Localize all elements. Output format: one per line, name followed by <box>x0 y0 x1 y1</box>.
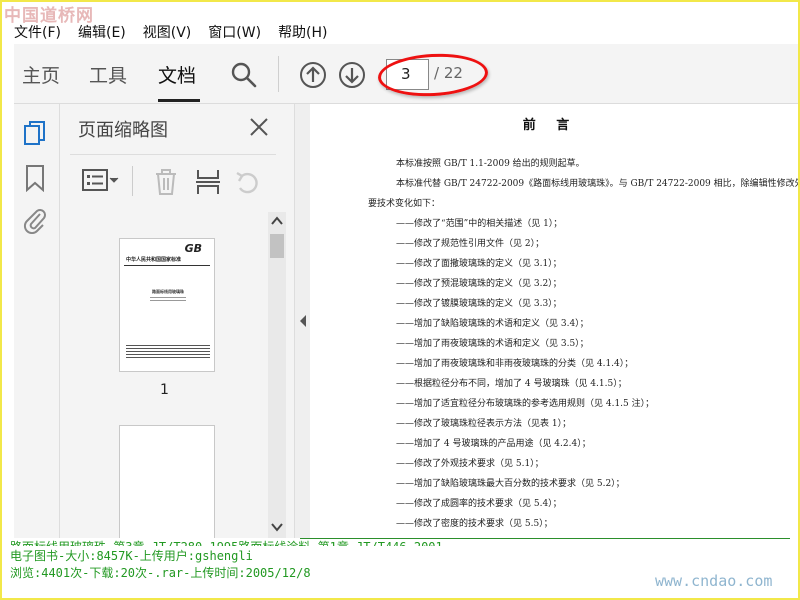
document-paragraph: 本标准代替 GB/T 24722-2009《路面标线用玻璃珠》。与 GB/T 2… <box>396 179 800 189</box>
scroll-up-icon[interactable] <box>271 216 283 226</box>
tab-document[interactable]: 文档 <box>158 61 196 88</box>
menu-view[interactable]: 视图(V) <box>143 22 192 42</box>
thumbnail-header: 中华人民共和国国家标准 <box>126 257 182 263</box>
watermark-bottom: www.cndao.com <box>655 572 773 590</box>
document-paragraph: ——修改了面撒玻璃珠的定义（见 3.1）； <box>396 259 562 269</box>
menu-help[interactable]: 帮助(H) <box>278 22 327 42</box>
tab-tools[interactable]: 工具 <box>89 61 127 88</box>
menu-window[interactable]: 窗口(W) <box>208 22 261 42</box>
menu-edit[interactable]: 编辑(E) <box>78 22 126 42</box>
page-thumbnails-icon[interactable] <box>22 120 48 148</box>
search-icon[interactable] <box>230 61 258 89</box>
menu-file[interactable]: 文件(F) <box>14 22 61 42</box>
thumbnail-page-label: 1 <box>160 382 169 398</box>
document-paragraph: ——增加了雨夜玻璃珠和非雨夜玻璃珠的分类（见 4.1.4）； <box>396 359 634 369</box>
page-thumbnail-1[interactable]: GB 中华人民共和国国家标准 路面标线用玻璃珠 <box>119 238 215 372</box>
bookmark-icon[interactable] <box>24 164 46 192</box>
thumbnail-panel: 页面缩略图 GB 中华人民共和国国家标准 路面标线用玻璃珠 1 <box>60 104 294 538</box>
document-paragraph: 本标准按照 GB/T 1.1-2009 给出的规则起草。 <box>396 159 585 169</box>
rotate-icon[interactable] <box>234 168 262 196</box>
document-heading: 前 言 <box>522 118 578 133</box>
panel-title: 页面缩略图 <box>78 120 168 141</box>
document-paragraph: ——修改了成圆率的技术要求（见 5.4）； <box>396 499 562 509</box>
page-thumbnail-2[interactable] <box>119 425 215 538</box>
status-line-3: 浏览:4401次-下载:20次-.rar-上传时间:2005/12/8 <box>10 566 311 580</box>
document-paragraph: ——修改了镀膜玻璃珠的定义（见 3.3）； <box>396 299 562 309</box>
thumbnail-options-icon[interactable] <box>82 168 120 194</box>
document-paragraph: ——增加了缺陷玻璃珠的术语和定义（见 3.4）； <box>396 319 589 329</box>
close-icon[interactable] <box>248 116 270 138</box>
tab-home[interactable]: 主页 <box>22 61 60 88</box>
attachment-icon[interactable] <box>22 206 48 234</box>
thumbnail-header-rule <box>124 265 210 266</box>
thumbnail-toolbar <box>60 162 294 202</box>
scroll-down-icon[interactable] <box>271 522 283 532</box>
thumbnail-toolbar-divider <box>132 166 133 196</box>
active-tab-indicator <box>158 99 200 102</box>
thumbnail-title: 路面标线用玻璃珠 <box>152 289 184 294</box>
panel-divider <box>70 154 276 155</box>
trash-icon[interactable] <box>152 168 180 196</box>
document-paragraph: ——增加了 4 号玻璃珠的产品用途（见 4.2.4）； <box>396 439 591 449</box>
left-nav-rail <box>14 104 60 538</box>
thumbnail-list: GB 中华人民共和国国家标准 路面标线用玻璃珠 1 <box>60 212 268 538</box>
insert-page-icon[interactable] <box>194 168 222 196</box>
document-paragraph: ——增加了缺陷玻璃珠最大百分数的技术要求（见 5.2）； <box>396 479 625 489</box>
document-paragraph: 要技术变化如下： <box>368 199 441 209</box>
toolbar-divider <box>278 56 279 92</box>
document-paragraph: ——增加了雨夜玻璃珠的术语和定义（见 3.5）； <box>396 339 589 349</box>
status-line-2: 电子图书-大小:8457K-上传用户:gshengli <box>10 549 253 563</box>
status-line-1: 路面标线用玻璃珠 第3章 JT/T280-1995路面标线涂料 第1章 JT/T… <box>10 538 443 546</box>
document-paragraph: ——增加了适宜粒径分布玻璃珠的参考选用规则（见 4.1.5 注）； <box>396 399 655 409</box>
thumbnail-text-block <box>150 297 186 303</box>
collapse-panel-icon[interactable] <box>298 314 308 328</box>
thumbnail-footer-block <box>126 345 210 359</box>
panel-splitter[interactable] <box>294 104 310 538</box>
document-paragraph: ——修改了外观技术要求（见 5.1）； <box>396 459 544 469</box>
document-paragraph: ——修改了密度的技术要求（见 5.5）； <box>396 519 553 529</box>
thumbnail-logo: GB <box>184 242 202 255</box>
thumbnail-scrollbar[interactable] <box>268 212 286 538</box>
previous-page-icon[interactable] <box>299 61 327 89</box>
next-page-icon[interactable] <box>338 61 366 89</box>
document-paragraph: ——修改了玻璃珠粒径表示方法（见表 1）； <box>396 419 572 429</box>
scroll-thumb[interactable] <box>270 234 284 258</box>
document-paragraph: ——根据粒径分布不同，增加了 4 号玻璃珠（见 4.1.5）； <box>396 379 627 389</box>
document-view: 前 言 本标准按照 GB/T 1.1-2009 给出的规则起草。本标准代替 GB… <box>310 104 800 538</box>
document-paragraph: ——修改了“范围”中的相关描述（见 1）； <box>396 219 563 229</box>
menu-bar: 文件(F) 编辑(E) 视图(V) 窗口(W) 帮助(H) <box>0 20 800 44</box>
document-paragraph: ——修改了预混玻璃珠的定义（见 3.2）； <box>396 279 562 289</box>
document-paragraph: ——修改了规范性引用文件（见 2）； <box>396 239 545 249</box>
